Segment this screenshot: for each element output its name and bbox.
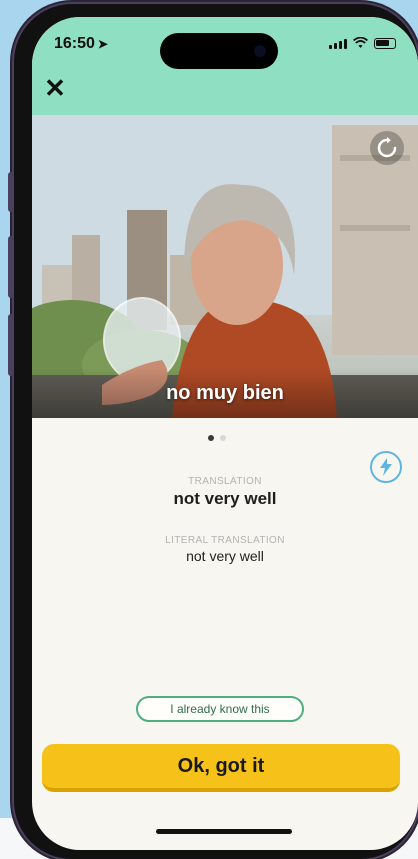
replay-icon — [377, 137, 397, 158]
location-arrow-icon: ➤ — [97, 37, 108, 51]
status-time-text: 16:50 — [54, 35, 95, 52]
literal-translation-label: LITERAL TRANSLATION — [165, 535, 285, 546]
literal-translation-value: not very well — [186, 548, 264, 564]
ok-got-it-button[interactable]: Ok, got it — [42, 744, 400, 792]
already-know-button[interactable]: I already know this — [136, 696, 304, 722]
home-indicator[interactable] — [156, 829, 292, 834]
literal-translation-block: LITERAL TRANSLATION not very well — [32, 535, 418, 564]
close-button[interactable]: ✕ — [40, 73, 70, 103]
translation-label: TRANSLATION — [188, 476, 262, 487]
status-time: 16:50 ➤ — [54, 35, 108, 53]
translation-value: not very well — [173, 489, 277, 508]
front-camera — [254, 45, 266, 57]
mute-switch — [8, 172, 14, 212]
translation-block: TRANSLATION not very well — [32, 476, 418, 509]
signal-icon — [329, 39, 347, 49]
volume-up-button — [8, 236, 14, 298]
page-dot-active[interactable] — [208, 435, 214, 441]
video-caption: no muy bien — [32, 368, 418, 418]
replay-button[interactable] — [370, 131, 404, 165]
wifi-icon — [353, 37, 368, 48]
close-icon: ✕ — [44, 73, 66, 103]
page-dot[interactable] — [220, 435, 226, 441]
dynamic-island — [160, 33, 278, 69]
status-icons — [329, 37, 396, 49]
pagination-dots — [208, 435, 226, 441]
volume-down-button — [8, 314, 14, 376]
phone-screen: 16:50 ➤ ✕ no muy bien TRANSLATION not ve… — [32, 17, 418, 850]
video-player[interactable]: no muy bien — [32, 115, 418, 418]
battery-icon — [374, 38, 396, 49]
lightning-icon — [380, 458, 392, 476]
